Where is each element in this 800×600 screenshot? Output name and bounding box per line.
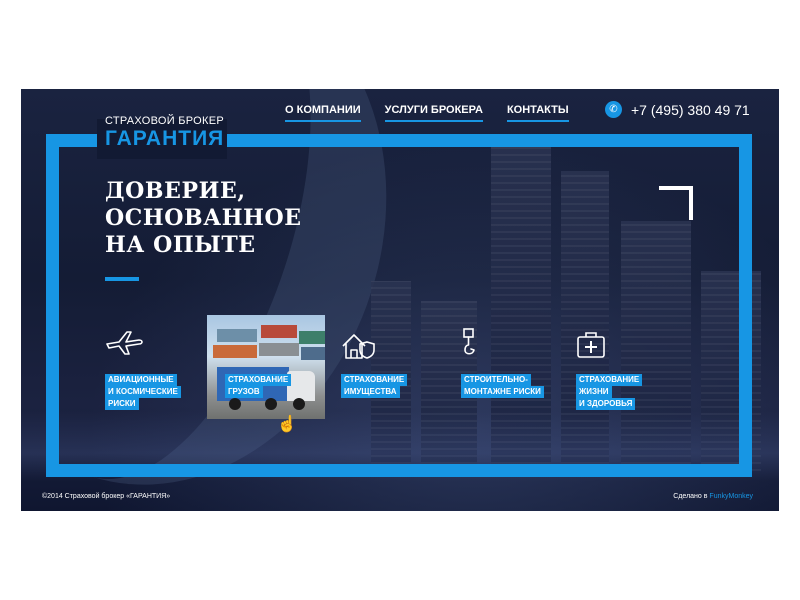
service-label-line: СТРАХОВАНИЕ xyxy=(576,374,643,386)
truck-wheel xyxy=(229,398,241,410)
headline-line: ОСНОВАННОЕ xyxy=(105,205,302,231)
service-label-line: СТРАХОВАНИЕ xyxy=(341,374,408,386)
logo-tagline[interactable]: СТРАХОВОЙ БРОКЕР xyxy=(105,115,224,127)
phone-contact[interactable]: ✆ +7 (495) 380 49 71 xyxy=(605,101,750,118)
nav-item-about[interactable]: О КОМПАНИИ xyxy=(285,104,361,122)
container xyxy=(217,329,257,342)
website-screen: СТРАХОВОЙ БРОКЕР ГАРАНТИЯ О КОМПАНИИ УСЛ… xyxy=(21,89,779,511)
service-label: СТРАХОВАНИЕ ГРУЗОВ xyxy=(225,374,292,398)
truck-wheel xyxy=(265,398,277,410)
copyright: ©2014 Страховой брокер «ГАРАНТИЯ» xyxy=(42,493,171,500)
headline-underline xyxy=(105,277,139,281)
logo-name[interactable]: ГАРАНТИЯ xyxy=(105,127,224,151)
phone-number: +7 (495) 380 49 71 xyxy=(631,101,750,118)
hero-headline: ДОВЕРИЕ, ОСНОВАННОЕ НА ОПЫТЕ xyxy=(105,178,345,259)
made-by-link[interactable]: FunkyMonkey xyxy=(709,493,753,500)
container xyxy=(213,345,257,358)
made-by-prefix: Сделано в xyxy=(673,493,710,500)
service-label-line: СТРОИТЕЛЬНО- xyxy=(461,374,531,386)
phone-icon: ✆ xyxy=(605,101,622,118)
service-label: СТРАХОВАНИЕ ЖИЗНИ И ЗДОРОВЬЯ xyxy=(576,374,643,410)
corner-bracket xyxy=(659,186,693,220)
made-by: Сделано в FunkyMonkey xyxy=(673,493,753,500)
house-shield-icon xyxy=(342,334,375,359)
nav-item-services[interactable]: УСЛУГИ БРОКЕРА xyxy=(384,104,483,122)
service-cargo-photo[interactable] xyxy=(207,315,325,419)
service-label-line: АВИАЦИОННЫЕ xyxy=(105,374,177,386)
service-label-line: ГРУЗОВ xyxy=(225,386,263,398)
main-nav: О КОМПАНИИ УСЛУГИ БРОКЕРА КОНТАКТЫ xyxy=(285,104,569,122)
headline-line: ДОВЕРИЕ, xyxy=(105,178,246,204)
container xyxy=(261,325,297,338)
service-label: СТРОИТЕЛЬНО- МОНТАЖНЕ РИСКИ xyxy=(461,374,544,398)
container xyxy=(259,343,299,356)
crane-hook-icon xyxy=(463,328,475,355)
truck-wheel xyxy=(293,398,305,410)
headline-line: НА ОПЫТЕ xyxy=(105,232,256,258)
medical-case-icon xyxy=(577,332,605,358)
nav-item-contacts[interactable]: КОНТАКТЫ xyxy=(506,104,569,122)
service-label-line: РИСКИ xyxy=(105,398,139,410)
airplane-icon xyxy=(106,331,143,355)
service-label-line: ЖИЗНИ xyxy=(576,386,612,398)
service-label: АВИАЦИОННЫЕ И КОСМИЧЕСКИЕ РИСКИ xyxy=(105,374,181,410)
service-label-line: МОНТАЖНЕ РИСКИ xyxy=(461,386,544,398)
container xyxy=(301,347,325,360)
container xyxy=(299,331,325,344)
service-label-line: И КОСМИЧЕСКИЕ xyxy=(105,386,181,398)
service-label-line: И ЗДОРОВЬЯ xyxy=(576,398,636,410)
service-label-line: СТРАХОВАНИЕ xyxy=(225,374,292,386)
service-label-line: ИМУЩЕСТВА xyxy=(341,386,400,398)
service-label: СТРАХОВАНИЕ ИМУЩЕСТВА xyxy=(341,374,408,398)
hand-cursor-icon: ☝ xyxy=(277,416,297,433)
